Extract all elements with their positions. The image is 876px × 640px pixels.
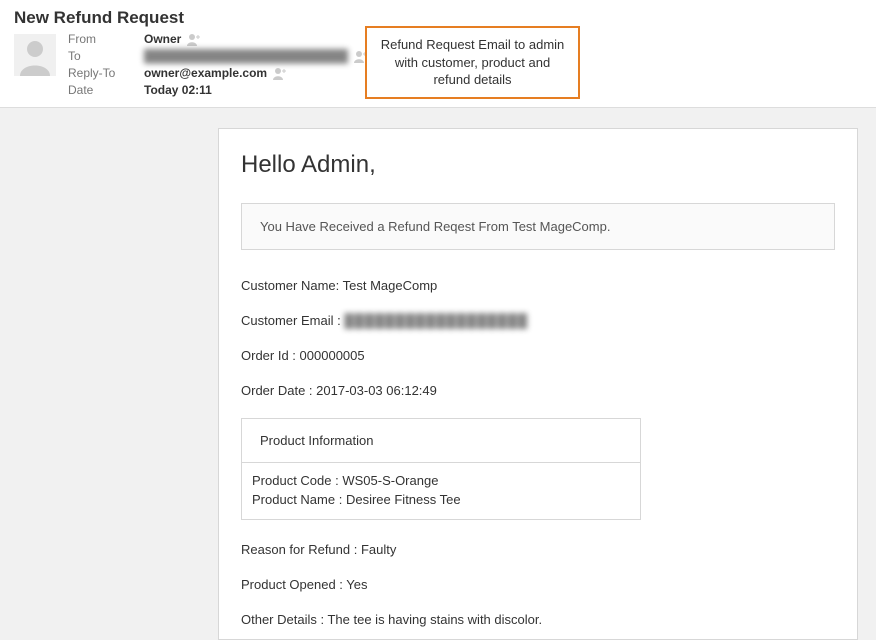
opened-field: Product Opened : Yes [241,577,835,592]
email-header: New Refund Request From Owner To ███████… [0,0,876,108]
from-label: From [68,32,138,46]
replyto-label: Reply-To [68,66,138,80]
product-name-label: Product Name : [252,492,342,507]
window-title: New Refund Request [14,8,862,28]
other-details-label: Other Details : [241,612,324,627]
order-id-value: 000000005 [300,348,365,363]
to-value: ████████████████████████ [144,49,368,63]
add-contact-icon[interactable] [273,67,287,80]
reason-value: Faulty [361,542,396,557]
customer-name-value: Test MageComp [343,278,438,293]
order-date-field: Order Date : 2017-03-03 06:12:49 [241,383,835,398]
replyto-value: owner@example.com [144,66,368,80]
product-code-row: Product Code : WS05-S-Orange [252,473,630,488]
reason-label: Reason for Refund : [241,542,357,557]
date-label: Date [68,83,138,97]
order-date-label: Order Date : [241,383,313,398]
reason-field: Reason for Refund : Faulty [241,542,835,557]
customer-email-label: Customer Email : [241,313,341,328]
greeting: Hello Admin, [241,151,835,179]
product-info-box: Product Information Product Code : WS05-… [241,418,641,520]
order-date-value: 2017-03-03 06:12:49 [316,383,437,398]
order-id-field: Order Id : 000000005 [241,348,835,363]
to-label: To [68,49,138,63]
order-id-label: Order Id : [241,348,296,363]
product-info-body: Product Code : WS05-S-Orange Product Nam… [242,463,640,519]
avatar-silhouette-icon [14,34,56,76]
notice-box: You Have Received a Refund Reqest From T… [241,203,835,250]
other-details-value: The tee is having stains with discolor. [327,612,542,627]
meta-table: From Owner To ████████████████████████ R… [68,32,368,97]
add-contact-icon[interactable] [187,33,201,46]
customer-name-label: Customer Name: [241,278,339,293]
customer-name-field: Customer Name: Test MageComp [241,278,835,293]
product-info-heading: Product Information [242,419,640,463]
product-code-value: WS05-S-Orange [342,473,438,488]
date-value: Today 02:11 [144,83,368,97]
customer-email-value: ██████████████████ [344,313,528,328]
product-name-row: Product Name : Desiree Fitness Tee [252,492,630,507]
product-code-label: Product Code : [252,473,339,488]
product-name-value: Desiree Fitness Tee [346,492,461,507]
from-value: Owner [144,32,368,46]
avatar [14,34,56,76]
content-area: Hello Admin, You Have Received a Refund … [0,108,876,640]
other-details-field: Other Details : The tee is having stains… [241,612,835,627]
opened-label: Product Opened : [241,577,343,592]
customer-email-field: Customer Email : ██████████████████ [241,313,835,328]
email-card: Hello Admin, You Have Received a Refund … [218,128,858,640]
annotation-callout: Refund Request Email to admin with custo… [365,26,580,99]
opened-value: Yes [346,577,367,592]
